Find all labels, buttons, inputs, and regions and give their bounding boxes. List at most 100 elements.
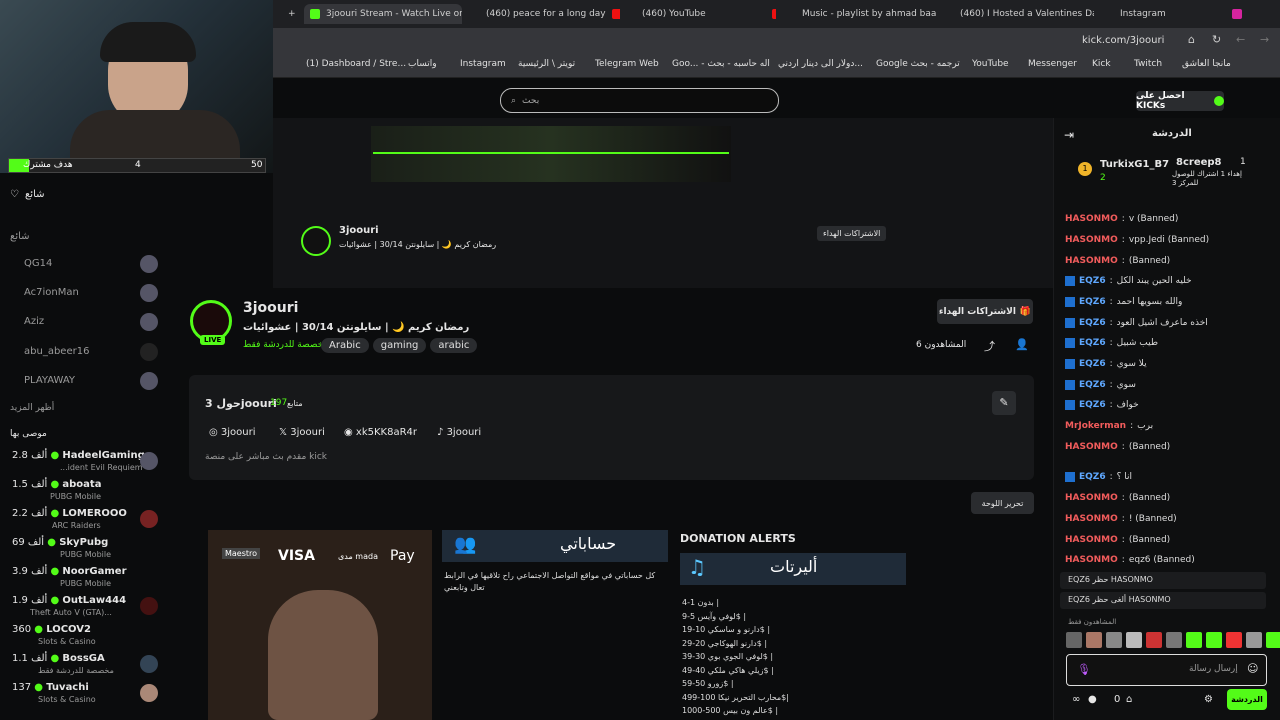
- x-link[interactable]: 𝕏 3joouri: [279, 427, 325, 438]
- home-icon[interactable]: ⌂: [1188, 33, 1195, 46]
- stream-title: رمضان كريم 🌙 | سايلونتن 30/14 | عشوائيات: [243, 322, 470, 333]
- live-badge: LIVE: [200, 335, 226, 345]
- bookmark-item[interactable]: دولار الى دينار اردني...: [778, 59, 863, 69]
- back-icon[interactable]: ←: [1236, 33, 1245, 46]
- new-tab-button[interactable]: +: [282, 4, 302, 24]
- list-item[interactable]: 2.8 ألف ● HadeelGaming ...ident Evil Req…: [0, 448, 170, 476]
- tab-youtube-3[interactable]: (460) I Hosted a Valentines Dat: [954, 4, 1094, 24]
- chat-message: MrJokerman: برب: [1065, 421, 1154, 431]
- viewer-count: المشاهدون 6: [916, 340, 967, 350]
- forward-icon[interactable]: →: [1260, 33, 1269, 46]
- people-icon: 👥: [454, 534, 477, 555]
- gift-icon: 🎁: [1019, 306, 1032, 317]
- tiktok-link[interactable]: ♪ 3joouri: [437, 427, 481, 438]
- bookmark-item[interactable]: Instagram: [460, 59, 506, 69]
- music-icon: ♫: [688, 555, 706, 579]
- instagram-icon: [1231, 9, 1242, 19]
- donation-title: DONATION ALERTS: [680, 532, 796, 545]
- edit-panels-button[interactable]: تحرير اللوحة: [971, 492, 1034, 514]
- points-value: 0: [1114, 694, 1121, 705]
- avatar: [140, 313, 158, 331]
- bookmark-item[interactable]: Twitch: [1134, 59, 1162, 69]
- chat-message: HASONMO: (Banned): [1065, 256, 1171, 266]
- share-icon[interactable]: ⤴: [984, 338, 995, 354]
- webcam-overlay: [0, 0, 273, 173]
- list-item[interactable]: 2.2 ألف ● LOMEROOO ARC Raiders: [0, 506, 170, 534]
- edit-icon[interactable]: ✎: [992, 391, 1016, 415]
- bookmark-item[interactable]: Google ترجمه - بحث: [876, 59, 960, 69]
- bookmark-item[interactable]: واتساب: [408, 59, 437, 69]
- discord-link[interactable]: ◉ xk5KK8aR4r: [344, 427, 417, 438]
- send-chat-button[interactable]: الدردشة: [1227, 689, 1267, 710]
- tag-chip[interactable]: gaming: [372, 338, 427, 353]
- avatar: [140, 343, 158, 361]
- rank-badge: 1: [1078, 162, 1092, 176]
- list-item: دارنو الهوكاجي 20-29$ |: [682, 638, 768, 648]
- panel-portrait: [268, 590, 378, 720]
- bookmark-item[interactable]: مانجا العاشق: [1182, 59, 1231, 69]
- list-item: عالم ون بيس 500-1000$ |: [682, 706, 779, 715]
- followers-count: 197: [270, 398, 288, 408]
- avatar: [140, 452, 158, 470]
- bookmark-item[interactable]: Telegram Web: [595, 59, 659, 69]
- show-more-link[interactable]: أظهر المزيد: [10, 403, 54, 413]
- followed-item[interactable]: Ac7ionMan: [24, 287, 79, 298]
- bookmark-item[interactable]: Goo... - اله حاسبه - بحث: [672, 59, 770, 69]
- tag-chip[interactable]: Arabic: [321, 338, 369, 353]
- chat-message: EQZ6: سوي: [1065, 380, 1136, 390]
- follow-section[interactable]: ♡ شائع: [10, 189, 45, 200]
- stream-preview[interactable]: 3joouri رمضان كريم 🌙 | سايلونتن 30/14 | …: [273, 118, 1053, 288]
- list-item[interactable]: 3.9 ألف ● NoorGamer PUBG Mobile: [0, 564, 170, 592]
- emoji-icon[interactable]: ☺: [1247, 662, 1258, 675]
- youtube-icon: [771, 9, 776, 19]
- heart-icon: ♡: [10, 189, 19, 200]
- search-input[interactable]: ⌕ بحث: [500, 88, 779, 113]
- followed-item[interactable]: abu_abeer16: [24, 346, 89, 357]
- streamer-name[interactable]: 3joouri: [243, 300, 298, 316]
- tab-youtube-2[interactable]: (460) YouTube: [636, 4, 776, 24]
- tab-spotify[interactable]: Music - playlist by ahmad baa: [796, 4, 936, 24]
- preview-video: [371, 126, 731, 182]
- plus-icon: +: [288, 9, 296, 19]
- about-title: حول 3joouri: [205, 397, 277, 410]
- gift-subs-button[interactable]: الاشتراكات الهداء 🎁: [937, 299, 1033, 324]
- bookmark-item[interactable]: (1) Dashboard / Stre...: [306, 59, 406, 69]
- reload-icon[interactable]: ↻: [1212, 33, 1221, 46]
- avatar: [140, 684, 158, 702]
- tab-youtube-1[interactable]: (460) peace for a long day: [480, 4, 620, 24]
- avatar: [140, 372, 158, 390]
- list-item[interactable]: 137 ● Tuvachi Slots & Casino: [0, 680, 170, 708]
- tag-chip[interactable]: arabic: [430, 338, 478, 353]
- infinity-icon: ∞: [1072, 694, 1081, 705]
- tab-instagram[interactable]: Instagram: [1114, 4, 1254, 24]
- list-item[interactable]: 360 ● LOCOV2 Slots & Casino: [0, 622, 170, 650]
- list-item[interactable]: 1.1 ألف ● BossGA مخصصة للدردشة فقط: [0, 651, 170, 679]
- url-field[interactable]: kick.com/3joouri: [1082, 35, 1164, 46]
- chat-messages: HASONMO: v (Banned) HASONMO: vpp.Jedi (Ban…: [1053, 210, 1280, 590]
- instagram-link[interactable]: ◎ 3joouri: [209, 427, 256, 438]
- unban-notice: EQZ6 ألغى حظر HASONMO: [1060, 592, 1266, 609]
- avatar: [140, 597, 158, 615]
- bookmark-item[interactable]: Kick: [1092, 59, 1111, 69]
- chat-input[interactable]: 🎙 إرسال رسالة ☺: [1066, 654, 1267, 686]
- list-item[interactable]: 1.9 ألف ● OutLaw444 Theft Auto V (GTA)..…: [0, 593, 170, 621]
- user-icon[interactable]: 👤: [1015, 338, 1029, 351]
- mic-icon[interactable]: 🎙: [1077, 663, 1091, 676]
- stream-category[interactable]: مخصصة للدردشة فقط: [243, 340, 328, 350]
- chat-message: EQZ6: خليه الحين يبند الكل: [1065, 276, 1192, 286]
- list-item[interactable]: 1.5 ألف ● aboata PUBG Mobile: [0, 477, 170, 505]
- tab-kick[interactable]: 3joouri Stream - Watch Live on: [304, 4, 462, 24]
- bookmark-item[interactable]: Messenger: [1028, 59, 1077, 69]
- get-kicks-button[interactable]: احصل على KICKs: [1136, 91, 1224, 111]
- followed-item[interactable]: QG14: [24, 258, 52, 269]
- bookmark-item[interactable]: تويتر \ الرئيسية: [518, 59, 575, 69]
- followed-item[interactable]: PLAYAWAY: [24, 375, 75, 386]
- collapse-chat-icon[interactable]: ⇥: [1064, 128, 1074, 142]
- followed-item[interactable]: Aziz: [24, 316, 44, 327]
- tag-list: Arabic gaming arabic: [321, 338, 481, 353]
- bookmark-item[interactable]: YouTube: [972, 59, 1009, 69]
- list-item[interactable]: 69 ألف ● SkyPubg PUBG Mobile: [0, 535, 170, 563]
- settings-icon[interactable]: ⚙: [1204, 694, 1213, 705]
- gift-icon[interactable]: ⌂: [1126, 694, 1132, 705]
- chat-message: EQZ6: يلا سوي: [1065, 359, 1147, 369]
